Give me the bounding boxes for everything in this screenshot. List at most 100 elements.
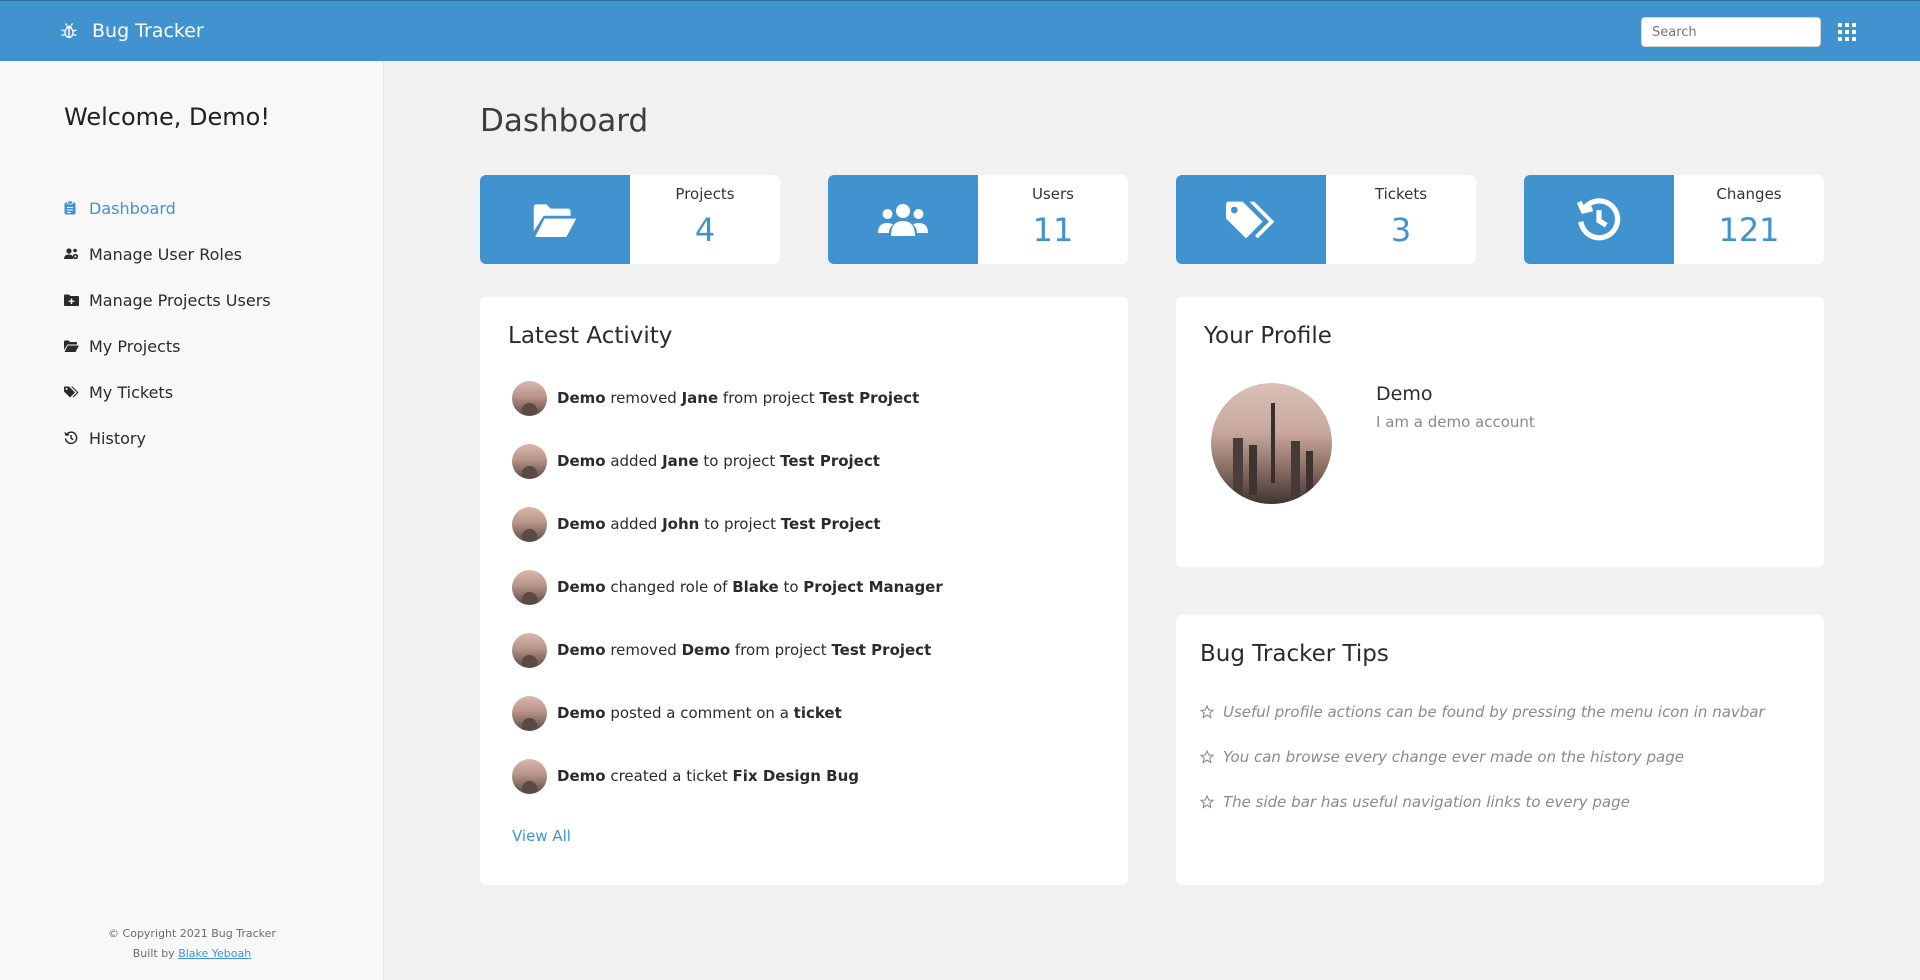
avatar [512, 695, 547, 731]
folder-plus-icon [64, 294, 89, 306]
author-link[interactable]: Blake Yeboah [178, 947, 251, 960]
activity-entity: Test Project [780, 515, 881, 533]
profile-bio: I am a demo account [1376, 413, 1535, 431]
sidebar-item-label: Manage Projects Users [89, 290, 271, 310]
activity-verb: removed [605, 641, 682, 659]
profile-name: Demo [1376, 383, 1433, 405]
folder-open-icon [64, 340, 89, 352]
activity-entity: Project Manager [803, 578, 943, 596]
activity-item: Demo removed Demo from project Test Proj… [512, 632, 931, 668]
history-icon [64, 431, 89, 445]
star-icon [1200, 705, 1214, 719]
activity-verb: from project [718, 389, 820, 407]
built-by-line: Built by Blake Yeboah [0, 944, 384, 964]
activity-text: Demo added John to project Test Project [557, 515, 881, 533]
bug-icon [61, 23, 77, 39]
stat-label: Users [1031, 185, 1074, 203]
avatar [512, 632, 547, 668]
activity-item: Demo created a ticket Fix Design Bug [512, 758, 859, 794]
sidebar-item-label: History [89, 428, 146, 448]
built-by-text: Built by [132, 947, 175, 960]
activity-verb: changed role of [605, 578, 733, 596]
sidebar-nav: Dashboard Manage User Roles Manage Proje… [64, 185, 271, 461]
activity-entity: Demo [557, 578, 606, 596]
tips-card: Bug Tracker Tips Useful profile actions … [1176, 615, 1824, 885]
navbar: Bug Tracker [0, 0, 1920, 61]
stat-label: Changes [1716, 185, 1782, 203]
activity-item: Demo posted a comment on a ticket [512, 695, 842, 731]
star-icon [1200, 795, 1214, 809]
latest-activity-card: Latest Activity Demo removed Jane from p… [480, 297, 1128, 885]
stat-card-projects[interactable]: Projects 4 [480, 175, 780, 264]
activity-entity: Demo [557, 704, 606, 722]
activity-verb: from project [730, 641, 832, 659]
welcome-heading: Welcome, Demo! [64, 103, 270, 131]
activity-entity: Test Project [831, 641, 932, 659]
activity-item: Demo removed Jane from project Test Proj… [512, 380, 919, 416]
sidebar-item-history[interactable]: History [64, 415, 271, 461]
tip-item: Useful profile actions can be found by p… [1200, 703, 1765, 721]
profile-picture [1211, 383, 1332, 504]
activity-verb: to [778, 578, 804, 596]
activity-item: Demo added Jane to project Test Project [512, 443, 880, 479]
sidebar-item-dashboard[interactable]: Dashboard [64, 185, 271, 231]
star-icon [1200, 750, 1214, 764]
activity-entity: Jane [662, 452, 699, 470]
folder-open-icon [480, 175, 630, 264]
tags-icon [1176, 175, 1326, 264]
view-all-link[interactable]: View All [512, 827, 571, 845]
activity-text: Demo posted a comment on a ticket [557, 704, 842, 722]
avatar [512, 758, 547, 794]
sidebar-item-my-tickets[interactable]: My Tickets [64, 369, 271, 415]
stat-value: 11 [1032, 211, 1074, 249]
activity-text: Demo added Jane to project Test Project [557, 452, 880, 470]
activity-entity: Demo [681, 641, 731, 659]
sidebar-item-manage-projects-users[interactable]: Manage Projects Users [64, 277, 271, 323]
tips-title: Bug Tracker Tips [1200, 641, 1389, 667]
activity-text: Demo changed role of Blake to Project Ma… [557, 578, 943, 596]
profile-card: Your Profile Demo I am a demo account [1176, 297, 1824, 567]
activity-entity: Demo [557, 515, 606, 533]
history-icon [1524, 175, 1674, 264]
stat-card-users[interactable]: Users 11 [828, 175, 1128, 264]
brand[interactable]: Bug Tracker [60, 20, 204, 42]
activity-text: Demo removed Jane from project Test Proj… [557, 389, 919, 407]
activity-entity: Jane [681, 389, 719, 407]
activity-entity: John [662, 515, 700, 533]
tip-item: You can browse every change ever made on… [1200, 748, 1684, 766]
sidebar-item-manage-user-roles[interactable]: Manage User Roles [64, 231, 271, 277]
activity-verb: posted a comment on a [605, 704, 794, 722]
copyright-text: © Copyright 2021 Bug Tracker [108, 927, 276, 940]
page-title: Dashboard [480, 103, 649, 139]
activity-verb: to project [699, 515, 781, 533]
sidebar-item-label: My Tickets [89, 382, 174, 402]
activity-verb: added [605, 515, 663, 533]
stat-label: Tickets [1374, 185, 1428, 203]
clipboard-icon [64, 201, 89, 215]
stat-card-changes[interactable]: Changes 121 [1524, 175, 1824, 264]
activity-entity: Demo [557, 767, 606, 785]
activity-text: Demo removed Demo from project Test Proj… [557, 641, 931, 659]
sidebar-item-my-projects[interactable]: My Projects [64, 323, 271, 369]
activity-entity: ticket [793, 704, 842, 722]
sidebar: Welcome, Demo! Dashboard Manage User Rol… [0, 61, 384, 980]
avatar [512, 506, 547, 542]
profile-title: Your Profile [1204, 323, 1332, 349]
sidebar-item-label: My Projects [89, 336, 181, 356]
activity-title: Latest Activity [508, 323, 673, 349]
tip-text: You can browse every change ever made on… [1223, 748, 1684, 766]
activity-entity: Test Project [780, 452, 880, 470]
activity-entity: Blake [732, 578, 779, 596]
users-icon [828, 175, 978, 264]
apps-menu-icon[interactable] [1838, 23, 1856, 41]
tags-icon [64, 386, 89, 398]
stat-value: 3 [1390, 211, 1412, 249]
activity-verb: added [605, 452, 663, 470]
activity-entity: Test Project [819, 389, 920, 407]
stat-label: Projects [675, 185, 735, 203]
search-input[interactable] [1641, 17, 1821, 47]
activity-verb: removed [605, 389, 682, 407]
sidebar-item-label: Manage User Roles [89, 244, 243, 264]
activity-verb: created a ticket [605, 767, 733, 785]
stat-card-tickets[interactable]: Tickets 3 [1176, 175, 1476, 264]
